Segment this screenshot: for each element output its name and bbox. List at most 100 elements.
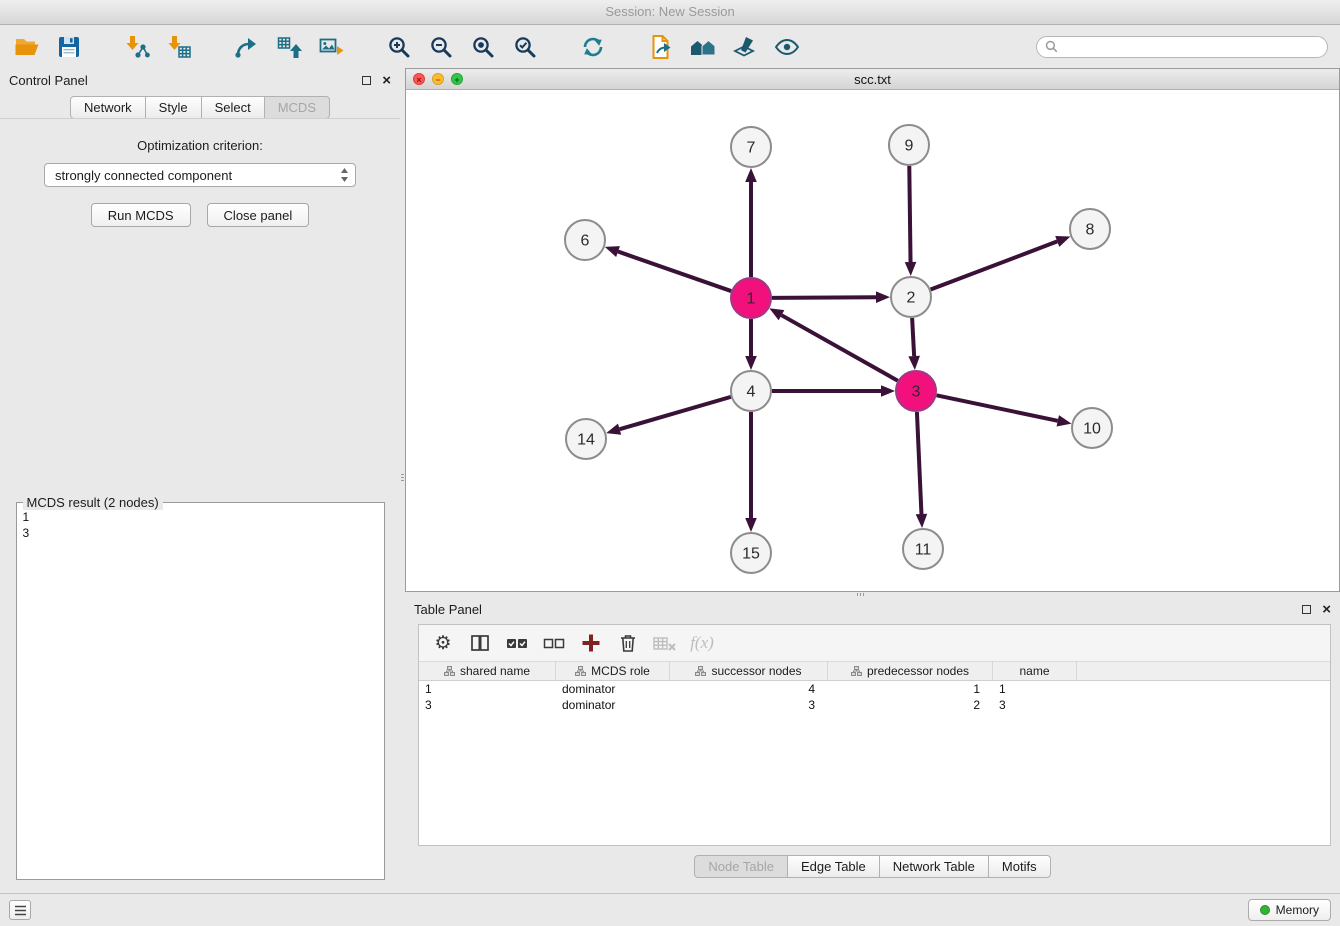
table-settings-button[interactable]: ⚙ <box>429 630 457 656</box>
zoom-check-icon <box>512 34 538 60</box>
optimization-criterion-label: Optimization criterion: <box>137 138 263 153</box>
graph-node-2[interactable]: 2 <box>891 277 931 317</box>
tab-network[interactable]: Network <box>70 96 146 119</box>
graph-edge-4-14[interactable] <box>620 397 731 429</box>
network-graph[interactable]: 7 9 6 8 1 2 4 3 14 10 15 11 <box>406 90 1339 591</box>
tab-edge-table[interactable]: Edge Table <box>787 855 880 878</box>
graph-node-6[interactable]: 6 <box>565 220 605 260</box>
export-network-button[interactable] <box>232 32 262 62</box>
column-visibility-button[interactable] <box>466 630 494 656</box>
graph-node-11[interactable]: 11 <box>903 529 943 569</box>
graph-edge-2-8[interactable] <box>931 241 1058 289</box>
export-image-button[interactable] <box>316 32 346 62</box>
table-cell: 3 <box>419 697 556 713</box>
graph-edge-1-6[interactable] <box>618 252 731 292</box>
table-close-icon[interactable]: × <box>1322 605 1331 614</box>
table-row[interactable]: 1dominator411 <box>419 681 1330 697</box>
memory-button[interactable]: Memory <box>1248 899 1331 921</box>
close-panel-icon[interactable]: × <box>382 76 391 85</box>
import-network-file-button[interactable] <box>122 32 152 62</box>
node-table-container: ⚙ <box>418 624 1331 846</box>
graph-edge-2-3[interactable] <box>912 318 914 356</box>
graph-edge-9-2[interactable] <box>909 166 910 262</box>
graph-node-9[interactable]: 9 <box>889 125 929 165</box>
close-panel-button[interactable]: Close panel <box>207 203 310 227</box>
criterion-select[interactable]: strongly connected component <box>44 163 356 187</box>
table-float-icon[interactable] <box>1302 605 1311 614</box>
column-header-successor-nodes[interactable]: successor nodes <box>670 662 828 680</box>
save-session-button[interactable] <box>54 32 84 62</box>
apply-style-button[interactable] <box>730 32 760 62</box>
main-area: Control Panel × Network Style Select MCD… <box>0 68 1340 893</box>
graph-node-10[interactable]: 10 <box>1072 408 1112 448</box>
add-column-button[interactable] <box>577 630 605 656</box>
graph-edge-3-1[interactable] <box>781 315 897 381</box>
column-header-shared-name[interactable]: shared name <box>419 662 556 680</box>
first-neighbors-button[interactable] <box>688 32 718 62</box>
import-database-button[interactable] <box>646 32 676 62</box>
open-session-button[interactable] <box>12 32 42 62</box>
graph-arrowhead <box>905 262 917 276</box>
tab-style[interactable]: Style <box>145 96 202 119</box>
run-mcds-button[interactable]: Run MCDS <box>91 203 191 227</box>
show-details-button[interactable] <box>772 32 802 62</box>
graph-node-15[interactable]: 15 <box>731 533 771 573</box>
image-export-icon <box>318 34 344 60</box>
node-table-body: 1dominator4113dominator323 <box>419 681 1330 845</box>
graph-node-8[interactable]: 8 <box>1070 209 1110 249</box>
export-table-button[interactable] <box>274 32 304 62</box>
horizontal-splitter[interactable] <box>405 592 1340 597</box>
select-all-button[interactable] <box>503 630 531 656</box>
zoom-out-icon <box>428 34 454 60</box>
vertical-splitter[interactable] <box>400 68 405 893</box>
search-icon <box>1045 40 1058 53</box>
graph-edge-3-10[interactable] <box>937 395 1058 420</box>
network-canvas[interactable]: 7 9 6 8 1 2 4 3 14 10 15 11 <box>406 90 1339 591</box>
column-header-name[interactable]: name <box>993 662 1077 680</box>
column-header-mcds-role[interactable]: MCDS role <box>556 662 670 680</box>
svg-text:11: 11 <box>915 542 932 559</box>
deselect-all-button[interactable] <box>540 630 568 656</box>
graph-node-14[interactable]: 14 <box>566 419 606 459</box>
graph-node-1[interactable]: 1 <box>731 278 771 318</box>
function-builder-button[interactable]: f(x) <box>688 630 716 656</box>
table-cell: 2 <box>828 697 993 713</box>
vertical-splitter-handle[interactable] <box>400 466 405 488</box>
tab-select[interactable]: Select <box>201 96 265 119</box>
column-header-predecessor-nodes[interactable]: predecessor nodes <box>828 662 993 680</box>
import-network-icon <box>124 34 150 60</box>
zoom-in-button[interactable] <box>384 32 414 62</box>
style-brush-icon <box>732 34 758 60</box>
import-table-file-button[interactable] <box>164 32 194 62</box>
tab-motifs[interactable]: Motifs <box>988 855 1051 878</box>
misc-group <box>646 32 814 62</box>
graph-edge-3-11[interactable] <box>917 412 922 514</box>
columns-icon <box>469 632 491 654</box>
table-cell: dominator <box>556 681 670 697</box>
search-input[interactable] <box>1063 40 1319 54</box>
network-window: × − + scc.txt 7968124314101511 <box>405 68 1340 592</box>
delete-table-button[interactable] <box>651 630 679 656</box>
graph-node-3[interactable]: 3 <box>896 371 936 411</box>
float-panel-icon[interactable] <box>362 76 371 85</box>
table-cell: 1 <box>419 681 556 697</box>
show-panels-button[interactable] <box>9 900 31 920</box>
graph-node-7[interactable]: 7 <box>731 127 771 167</box>
tab-node-table[interactable]: Node Table <box>694 855 788 878</box>
apply-layout-button[interactable] <box>578 32 608 62</box>
svg-text:15: 15 <box>742 546 760 563</box>
column-type-icon <box>851 666 862 676</box>
graph-edge-1-2[interactable] <box>772 297 876 298</box>
double-home-icon <box>689 34 717 60</box>
graph-node-4[interactable]: 4 <box>731 371 771 411</box>
zoom-selected-button[interactable] <box>510 32 540 62</box>
search-box[interactable] <box>1036 36 1328 58</box>
zoom-fit-button[interactable] <box>468 32 498 62</box>
network-share-icon <box>234 34 260 60</box>
table-row[interactable]: 3dominator323 <box>419 697 1330 713</box>
tab-mcds[interactable]: MCDS <box>264 96 330 119</box>
zoom-out-button[interactable] <box>426 32 456 62</box>
delete-column-button[interactable] <box>614 630 642 656</box>
horizontal-splitter-handle[interactable] <box>857 593 864 596</box>
tab-network-table[interactable]: Network Table <box>879 855 989 878</box>
